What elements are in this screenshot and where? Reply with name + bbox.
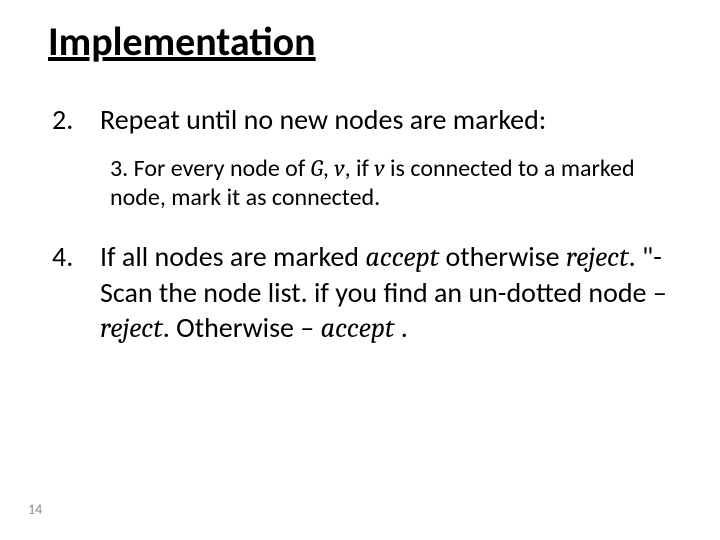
item4-a: If all nodes are marked [100, 239, 365, 274]
list-item-4-body: If all nodes are marked accept otherwise… [100, 239, 672, 346]
list-item-2-text: Repeat until no new nodes are marked: [100, 104, 546, 136]
list-item-3: 3. For every node of G, v, if v is conne… [110, 154, 672, 213]
item4-d: Scan the node list. if you find an un-do… [100, 275, 667, 310]
item4-f: . [394, 310, 407, 345]
page-number: 14 [28, 501, 42, 518]
item4-accept2: accept [321, 312, 395, 344]
item3-G: G [311, 154, 323, 182]
list-item-4-number: 4. [48, 239, 100, 346]
item3-v2: v [374, 154, 384, 182]
item4-reject2: reject [100, 312, 163, 344]
list-item-2: 2. Repeat until no new nodes are marked: [48, 104, 672, 136]
item4-c: . "- [629, 239, 662, 274]
slide-title: Implementation [48, 20, 672, 64]
item3-mid: , if [345, 154, 375, 183]
item4-e: . Otherwise – [163, 310, 321, 345]
list-item-2-number: 2. [48, 104, 100, 136]
item3-v1: v [334, 154, 344, 182]
item4-reject1: reject [566, 241, 629, 273]
slide: Implementation 2. Repeat until no new no… [0, 0, 720, 540]
item4-b: otherwise [439, 239, 566, 274]
item4-accept1: accept [365, 241, 439, 273]
list-item-4: 4. If all nodes are marked accept otherw… [48, 239, 672, 346]
item3-sep1: , [323, 154, 334, 183]
item3-prefix: 3. For every node of [110, 154, 311, 183]
